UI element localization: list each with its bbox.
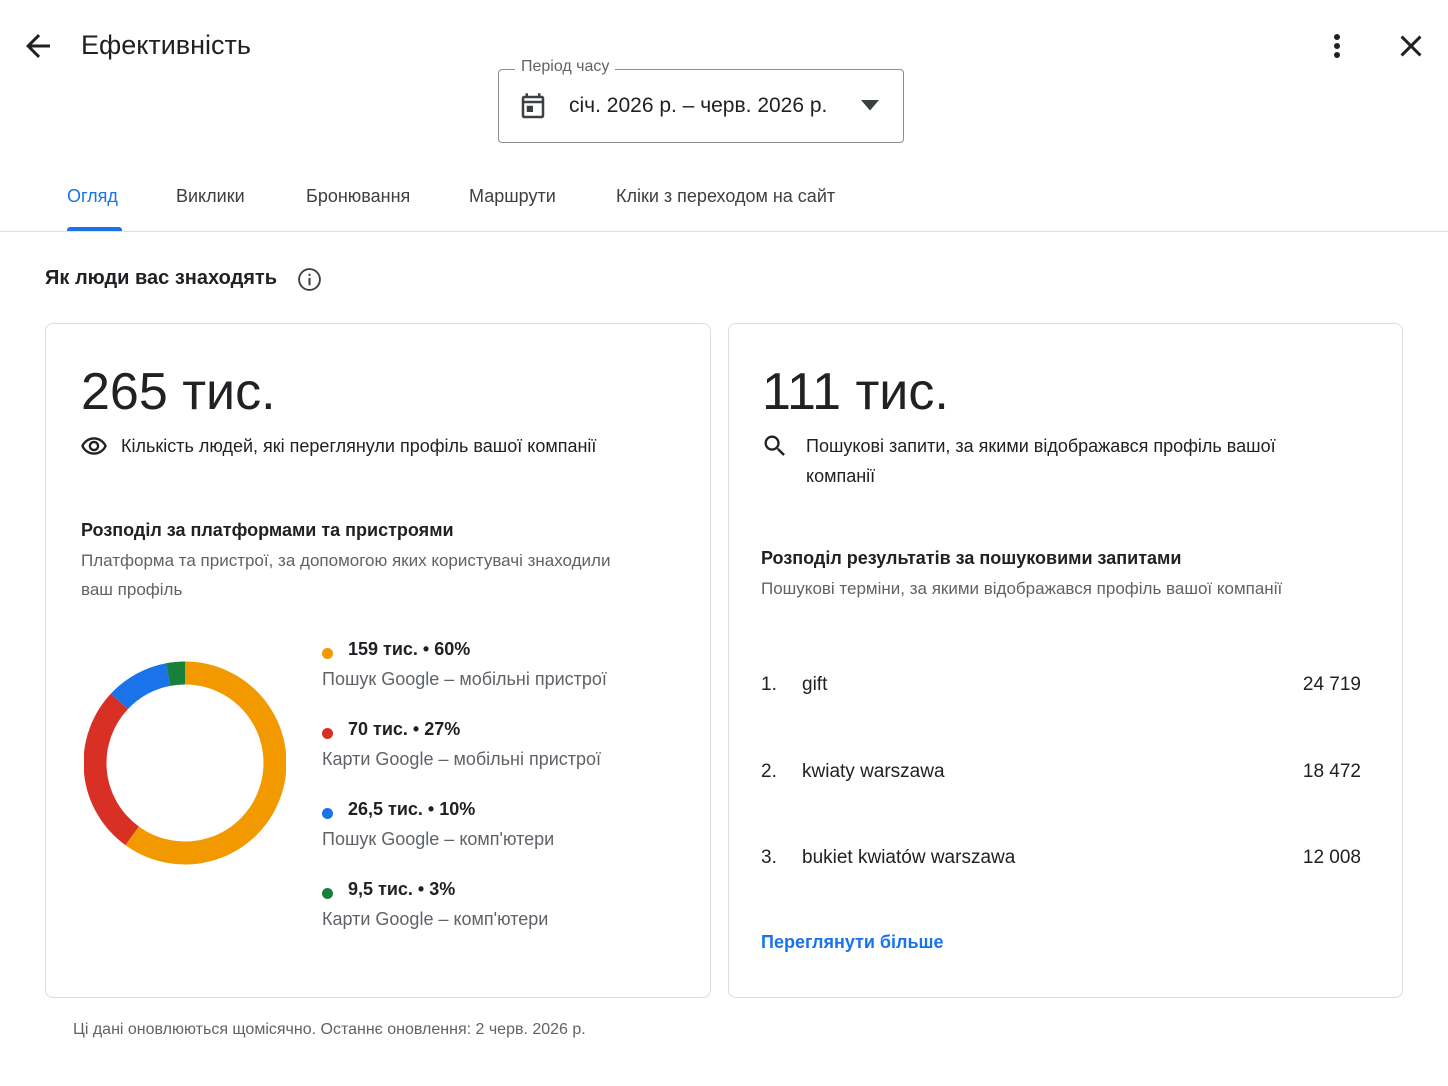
- legend-label: Пошук Google – комп'ютери: [322, 829, 555, 849]
- tab-bookings[interactable]: Бронювання: [306, 186, 410, 207]
- see-more-link[interactable]: Переглянути більше: [761, 932, 944, 953]
- query-count: 18 472: [1302, 761, 1361, 782]
- legend-value: 159 тис. • 60%: [348, 639, 471, 659]
- searches-total: 111 тис.: [762, 363, 949, 421]
- footer-update-note: Ці дані оновлюються щомісячно. Останнє о…: [73, 1021, 586, 1038]
- legend-value: 70 тис. • 27%: [348, 719, 461, 739]
- legend-value: 9,5 тис. • 3%: [348, 879, 456, 899]
- query-term: gift: [802, 674, 828, 695]
- legend-dot-search-desktop: [322, 808, 333, 819]
- platform-breakdown-description: Платформа та пристрої, за допомогою яких…: [81, 546, 610, 604]
- info-icon[interactable]: [297, 267, 322, 292]
- legend-label: Пошук Google – мобільні пристрої: [322, 669, 607, 689]
- slice-maps-mobile: [84, 693, 140, 846]
- platform-breakdown-description-line2: ваш профіль: [81, 580, 183, 599]
- tab-website-clicks[interactable]: Кліки з переходом на сайт: [616, 186, 835, 207]
- more-options-button[interactable]: [1322, 28, 1352, 64]
- tab-directions[interactable]: Маршрути: [469, 186, 556, 207]
- query-rank: 1.: [761, 674, 777, 695]
- legend-value: 26,5 тис. • 10%: [348, 799, 476, 819]
- slice-maps-desktop: [165, 661, 186, 686]
- query-row: 1. gift 24 719: [761, 674, 1361, 704]
- profile-views-card: 265 тис. Кількість людей, які переглянул…: [45, 323, 711, 998]
- arrow-back-icon: [26, 34, 50, 58]
- query-breakdown-title: Розподіл результатів за пошуковими запит…: [761, 548, 1182, 568]
- searches-caption-line1: Пошукові запити, за якими відображався п…: [806, 436, 1276, 456]
- query-breakdown-description: Пошукові терміни, за якими відображався …: [761, 579, 1283, 598]
- active-tab-indicator: [67, 227, 122, 231]
- page-title: Ефективність: [81, 30, 251, 60]
- close-button[interactable]: [1393, 28, 1429, 64]
- more-vert-icon: [1334, 34, 1340, 58]
- legend-label: Карти Google – мобільні пристрої: [322, 749, 602, 769]
- legend-dot-maps-mobile: [322, 728, 333, 739]
- searches-caption-line2: компанії: [806, 466, 876, 486]
- query-term: bukiet kwiatów warszawa: [802, 847, 1016, 868]
- query-row: 3. bukiet kwiatów warszawa 12 008: [761, 847, 1361, 877]
- period-label: Період часу: [515, 58, 616, 76]
- query-rank: 3.: [761, 847, 777, 868]
- legend-dot-maps-desktop: [322, 888, 333, 899]
- back-button[interactable]: [20, 28, 56, 64]
- searches-caption: Пошукові запити, за якими відображався п…: [806, 431, 1276, 491]
- legend-dot-search-mobile: [322, 648, 333, 659]
- platform-breakdown-title: Розподіл за платформами та пристроями: [81, 520, 454, 540]
- eye-icon: [81, 437, 107, 455]
- query-term: kwiaty warszawa: [802, 761, 945, 782]
- tab-bar: Огляд Виклики Бронювання Маршрути Кліки …: [0, 170, 1448, 232]
- search-icon: [764, 435, 785, 456]
- close-icon: [1400, 35, 1422, 57]
- app-header: Ефективність Період часу січ. 2026 р. – …: [0, 0, 1448, 232]
- section-title: Як люди вас знаходять: [45, 267, 278, 289]
- query-row: 2. kwiaty warszawa 18 472: [761, 761, 1361, 791]
- profile-views-caption: Кількість людей, які переглянули профіль…: [121, 436, 597, 456]
- tab-calls[interactable]: Виклики: [176, 186, 245, 207]
- period-select[interactable]: Період часу січ. 2026 р. – черв. 2026 р.: [498, 58, 904, 143]
- slice-search-mobile: [125, 661, 286, 865]
- tab-overview[interactable]: Огляд: [67, 186, 118, 207]
- query-rank: 2.: [761, 761, 777, 782]
- searches-card: 111 тис. Пошукові запити, за якими відоб…: [728, 323, 1403, 998]
- profile-views-total: 265 тис.: [81, 363, 276, 421]
- slice-search-desktop: [111, 663, 171, 710]
- period-value: січ. 2026 р. – черв. 2026 р.: [569, 94, 828, 117]
- platform-breakdown-description-line1: Платформа та пристрої, за допомогою яких…: [81, 551, 611, 570]
- calendar-icon: [521, 93, 545, 119]
- platform-donut-chart: [84, 661, 286, 865]
- dropdown-arrow-icon: [861, 100, 879, 111]
- query-count: 12 008: [1302, 847, 1361, 868]
- legend-label: Карти Google – комп'ютери: [322, 909, 549, 929]
- query-count: 24 719: [1302, 674, 1361, 695]
